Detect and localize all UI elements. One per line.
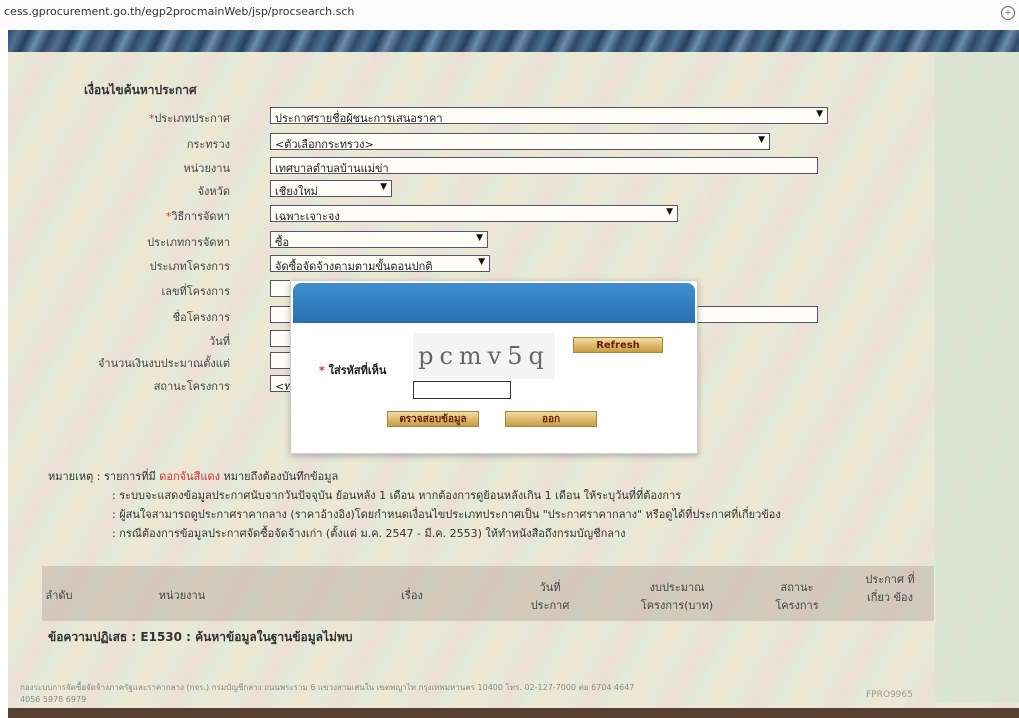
chevron-down-icon: ▼ (758, 135, 765, 145)
verify-button[interactable]: ตรวจสอบข้อมูล (387, 411, 479, 427)
bottom-bar (8, 708, 1019, 718)
procurement-method-label: *วิธีการจัดหา (165, 210, 230, 223)
col-order: ลำดับ (45, 589, 73, 602)
date-label: วันที่ (209, 335, 230, 348)
form-row-ministry: กระทรวง <ตัวเลือกกระทรวง> ▼ (0, 133, 1000, 152)
footer-code: FPRO9965 (866, 690, 913, 700)
red-asterisk-note: ดอกจันสีแดง (159, 470, 220, 483)
footer-text: กองระบบการจัดซื้อจัดจ้างภาครัฐและราคากลา… (20, 683, 635, 704)
dialog-header (293, 283, 695, 323)
col-subject: เรื่อง (401, 589, 423, 602)
form-row-announce-type: *ประเภทประกาศ ประกาศรายชื่อผู้ชนะการเสนอร… (0, 107, 1000, 126)
chevron-down-icon: ▼ (478, 257, 485, 267)
chevron-down-icon: ▼ (380, 182, 387, 192)
captcha-input[interactable] (413, 381, 511, 399)
project-name-label: ชื่อโครงการ (172, 311, 230, 324)
notes-line-1: : ระบบจะแสดงข้อมูลประกาศนับจากวันปัจจุบั… (112, 489, 682, 502)
exit-button[interactable]: ออก (505, 411, 597, 427)
col-agency: หน่วยงาน (158, 589, 206, 602)
ministry-label: กระทรวง (186, 138, 230, 151)
notes-section: หมายเหตุ : รายการที่มี ดอกจันสีแดง หมายถ… (48, 467, 928, 543)
form-row-procurement-method: *วิธีการจัดหา เฉพาะเจาะจง ▼ (0, 205, 1000, 224)
announce-type-label: *ประเภทประกาศ (148, 112, 230, 125)
form-row-agency: หน่วยงาน เทศบาลตำบลบ้านแม่ข่า (0, 157, 1000, 176)
search-conditions-title: เงื่อนไขค้นหาประกาศ (84, 83, 197, 97)
form-row-procurement-type: ประเภทการจัดหา ซื้อ ▼ (0, 231, 1000, 250)
agency-input[interactable]: เทศบาลตำบลบ้านแม่ข่า (270, 157, 818, 174)
col-budget: งบประมาณ โครงการ(บาท) (640, 581, 714, 612)
captcha-label: * ใส่รหัสที่เห็น (319, 364, 387, 377)
procurement-method-select[interactable]: เฉพาะเจาะจง ▼ (270, 205, 678, 222)
header-banner (8, 30, 1019, 52)
error-message: ข้อความปฏิเสธ : E1530 : ค้นหาข้อมูลในฐาน… (48, 630, 353, 644)
captcha-image: pcmv5q (413, 333, 555, 379)
province-label: จังหวัด (197, 185, 230, 198)
project-type-select[interactable]: จัดซื้อจัดจ้างตามตามขั้นตอนปกติ ▼ (270, 255, 490, 272)
chevron-down-icon: ▼ (476, 233, 483, 243)
form-row-province: จังหวัด เชียงใหม่ ▼ (0, 180, 1000, 199)
procurement-type-label: ประเภทการจัดหา (147, 236, 230, 249)
budget-from-label: จำนวนเงินงบประมาณตั้งแต่ (97, 357, 230, 370)
form-row-project-type: ประเภทโครงการ จัดซื้อจัดจ้างตามตามขั้นตอน… (0, 255, 1000, 274)
captcha-dialog: * ใส่รหัสที่เห็น pcmv5q Refresh ตรวจสอบข… (290, 280, 698, 454)
required-asterisk: * (319, 364, 325, 377)
col-related: ประกาศ ที่เกี่ยว ข้อง (865, 573, 915, 604)
zoom-icon[interactable]: + (1001, 6, 1015, 20)
announce-type-select[interactable]: ประกาศรายชื่อผู้ชนะการเสนอราคา ▼ (270, 107, 828, 124)
browser-address-bar[interactable]: cess.gprocurement.go.th/egp2procmainWeb/… (0, 0, 1019, 28)
chevron-down-icon: ▼ (816, 109, 823, 119)
chevron-down-icon: ▼ (666, 207, 673, 217)
ministry-select[interactable]: <ตัวเลือกกระทรวง> ▼ (270, 133, 770, 150)
results-table-header: ลำดับ หน่วยงาน เรื่อง วันที่ ประกาศ งบปร… (42, 566, 934, 621)
agency-label: หน่วยงาน (183, 162, 230, 175)
province-select[interactable]: เชียงใหม่ ▼ (270, 180, 392, 197)
project-number-label: เลขที่โครงการ (161, 285, 230, 298)
notes-line-3: : กรณีต้องการข้อมูลประกาศจัดซื้อจัดจ้างเ… (112, 527, 626, 540)
project-type-label: ประเภทโครงการ (149, 260, 230, 273)
notes-line-2: : ผู้สนใจสามารถดูประกาศราคากลาง (ราคาอ้า… (112, 508, 781, 521)
col-date: วันที่ ประกาศ (530, 581, 570, 612)
col-status: สถานะ โครงการ (775, 581, 819, 612)
refresh-button[interactable]: Refresh (573, 337, 663, 353)
project-status-label: สถานะโครงการ (153, 380, 230, 393)
url-text[interactable]: cess.gprocurement.go.th/egp2procmainWeb/… (4, 5, 354, 18)
procurement-type-select[interactable]: ซื้อ ▼ (270, 231, 488, 248)
notes-line-main: หมายเหตุ : รายการที่มี ดอกจันสีแดง หมายถ… (48, 470, 339, 483)
